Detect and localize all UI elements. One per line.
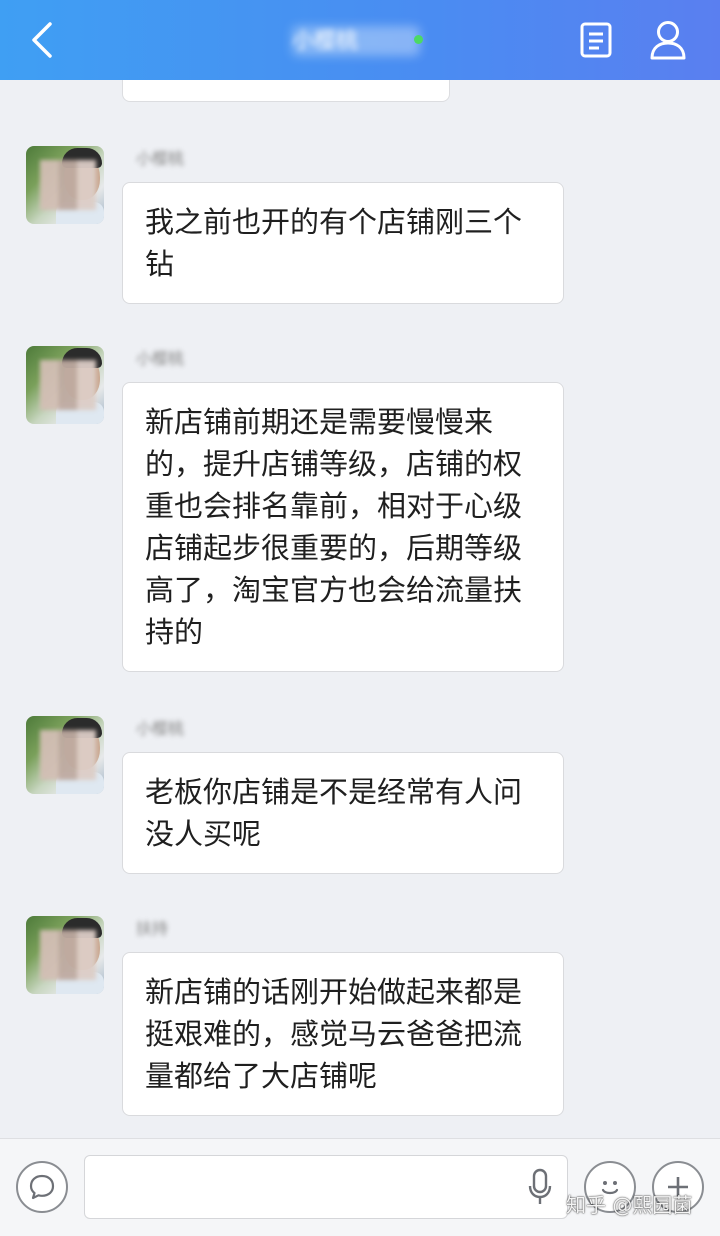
online-status-dot xyxy=(414,35,423,44)
microphone-icon xyxy=(528,1168,552,1204)
chat-title: 小樱桃 xyxy=(292,29,359,54)
person-icon xyxy=(650,21,686,60)
profile-button[interactable] xyxy=(644,16,692,64)
chat-area[interactable]: 小樱桃 我之前也开的有个店铺刚三个钻 小樱桃 新店铺前期还是需要慢慢来的，提升店… xyxy=(0,80,720,1138)
chat-header: 小樱桃 xyxy=(0,0,720,80)
avatar[interactable] xyxy=(26,916,104,994)
message-input[interactable] xyxy=(84,1155,568,1219)
sender-name: 小樱桃 xyxy=(136,149,185,168)
microphone-button[interactable] xyxy=(520,1165,560,1209)
sender-name: 小樱桃 xyxy=(136,349,185,368)
message-bubble[interactable]: 新店铺前期还是需要慢慢来的，提升店铺等级，店铺的权重也会排名靠前，相对于心级店铺… xyxy=(122,382,564,672)
sender-name: 小樱桃 xyxy=(136,719,185,738)
document-icon xyxy=(580,22,612,58)
chat-records-button[interactable] xyxy=(574,18,618,62)
message-bubble[interactable]: 我之前也开的有个店铺刚三个钻 xyxy=(122,182,564,304)
voice-input-button[interactable] xyxy=(16,1161,68,1213)
chevron-left-icon xyxy=(32,22,52,58)
message-bubble[interactable]: 新店铺的话刚开始做起来都是挺艰难的，感觉马云爸爸把流量都给了大店铺呢 xyxy=(122,952,564,1116)
watermark: 知乎 @熙园菌 xyxy=(566,1193,693,1217)
previous-message-bubble xyxy=(122,80,450,102)
sender-name: 扶持 xyxy=(136,919,169,938)
back-button[interactable] xyxy=(22,20,62,60)
avatar[interactable] xyxy=(26,146,104,224)
avatar[interactable] xyxy=(26,716,104,794)
speech-bubble-icon xyxy=(29,1174,55,1200)
avatar[interactable] xyxy=(26,346,104,424)
message-bubble[interactable]: 老板你店铺是不是经常有人问没人买呢 xyxy=(122,752,564,874)
